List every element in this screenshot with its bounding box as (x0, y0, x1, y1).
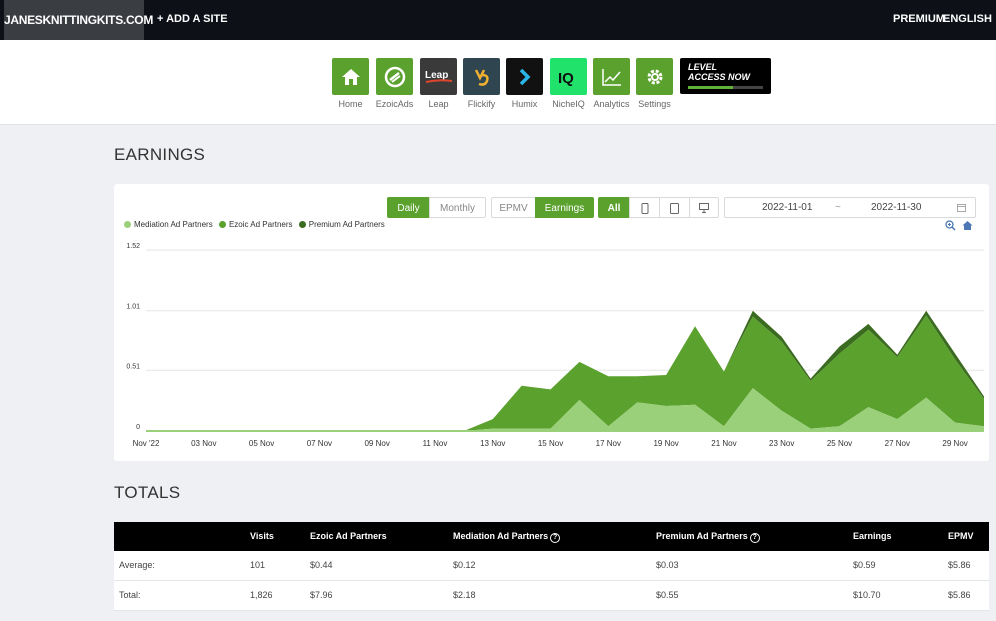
flickify-icon (463, 58, 500, 95)
home-icon (332, 58, 369, 95)
earnings-chart-card: Daily Monthly EPMV Earnings All 2022-11-… (114, 184, 989, 461)
column-header: Premium Ad Partners (656, 531, 748, 541)
app-launcher-bar: Home EzoicAds Leap Leap Flickify Humix I… (0, 40, 996, 125)
table-cell: $2.18 (453, 590, 476, 600)
table-cell: $0.59 (853, 560, 876, 570)
y-tick-label: 1.01 (126, 304, 140, 311)
column-header: Visits (250, 531, 274, 541)
add-site-link[interactable]: + ADD A SITE (157, 0, 228, 40)
table-cell: $0.12 (453, 560, 476, 570)
level-banner-line2: ACCESS NOW (688, 72, 751, 82)
x-tick-label: 09 Nov (364, 439, 389, 448)
x-tick-label: 07 Nov (307, 439, 332, 448)
app-home[interactable]: Home (332, 58, 369, 109)
app-settings[interactable]: Settings (636, 58, 673, 109)
earnings-heading: EARNINGS (114, 145, 206, 164)
x-tick-label: Nov '22 (133, 439, 160, 448)
x-tick-label: 05 Nov (249, 439, 274, 448)
x-tick-label: 03 Nov (191, 439, 216, 448)
table-row: Total: 1,826 $7.96 $2.18 $0.55 $10.70 $5… (114, 581, 989, 611)
x-tick-label: 29 Nov (942, 439, 967, 448)
nicheiq-icon: IQ (550, 58, 587, 95)
table-cell: $5.86 (948, 590, 971, 600)
language-label: ENGLISH (943, 13, 992, 25)
table-cell: $0.44 (310, 560, 333, 570)
premium-link[interactable]: PREMIUM (893, 0, 945, 38)
x-tick-label: 25 Nov (827, 439, 852, 448)
x-tick-label: 11 Nov (423, 439, 448, 448)
help-icon[interactable]: ? (749, 533, 760, 543)
table-header-row: Visits Ezoic Ad Partners Mediation Ad Pa… (114, 522, 989, 551)
table-cell: 101 (250, 560, 266, 570)
app-nicheiq[interactable]: IQ NicheIQ (550, 58, 587, 109)
x-tick-label: 19 Nov (653, 439, 678, 448)
help-icon[interactable]: ? (550, 533, 561, 543)
leap-icon: Leap (420, 58, 457, 95)
earnings-area-chart: 1.52 1.01 0.51 0 Nov '22 03 Nov 05 Nov 07 Nov 09… (126, 243, 984, 448)
level-access-banner[interactable]: LEVEL ACCESS NOW (680, 58, 771, 94)
table-row: Average: 101 $0.44 $0.12 $0.03 $0.59 $5.… (114, 551, 989, 581)
level-banner-line1: LEVEL (688, 62, 718, 72)
x-tick-label: 27 Nov (885, 439, 910, 448)
column-header: Earnings (853, 531, 892, 541)
svg-text:IQ: IQ (558, 70, 574, 86)
app-analytics[interactable]: Analytics (593, 58, 630, 109)
site-selector[interactable]: JANESKNITTINGKITS.COM (4, 0, 153, 40)
column-header-mediation: Mediation Ad Partners? (453, 522, 561, 551)
y-tick-label: 0 (136, 424, 140, 431)
ezoicads-icon (376, 58, 413, 95)
x-tick-label: 13 Nov (480, 439, 505, 448)
table-cell: $10.70 (853, 590, 881, 600)
app-ezoicads[interactable]: EzoicAds (376, 58, 413, 109)
x-tick-label: 21 Nov (711, 439, 736, 448)
row-label: Total: (119, 590, 141, 600)
app-leap[interactable]: Leap Leap (420, 58, 457, 109)
x-tick-label: 15 Nov (538, 439, 563, 448)
gear-icon (636, 58, 673, 95)
analytics-icon (593, 58, 630, 95)
column-header-premium: Premium Ad Partners? (656, 522, 760, 551)
app-flickify[interactable]: Flickify (463, 58, 500, 109)
level-progress-bar (688, 86, 763, 89)
table-cell: $0.55 (656, 590, 679, 600)
y-tick-label: 1.52 (126, 243, 140, 250)
x-tick-label: 17 Nov (596, 439, 621, 448)
humix-icon (506, 58, 543, 95)
row-label: Average: (119, 560, 155, 570)
column-header: Ezoic Ad Partners (310, 531, 387, 541)
app-label: Settings (638, 99, 671, 109)
column-header: EPMV (948, 531, 974, 541)
column-header: Mediation Ad Partners (453, 531, 549, 541)
table-cell: $7.96 (310, 590, 333, 600)
top-navbar: JANESKNITTINGKITS.COM + ADD A SITE PREMI… (0, 0, 996, 60)
table-cell: 1,826 (250, 590, 273, 600)
app-humix[interactable]: Humix (506, 58, 543, 109)
y-tick-label: 0.51 (126, 363, 140, 370)
table-cell: $0.03 (656, 560, 679, 570)
x-tick-label: 23 Nov (769, 439, 794, 448)
totals-table: Visits Ezoic Ad Partners Mediation Ad Pa… (114, 522, 989, 611)
table-cell: $5.86 (948, 560, 971, 570)
totals-heading: TOTALS (114, 483, 181, 502)
